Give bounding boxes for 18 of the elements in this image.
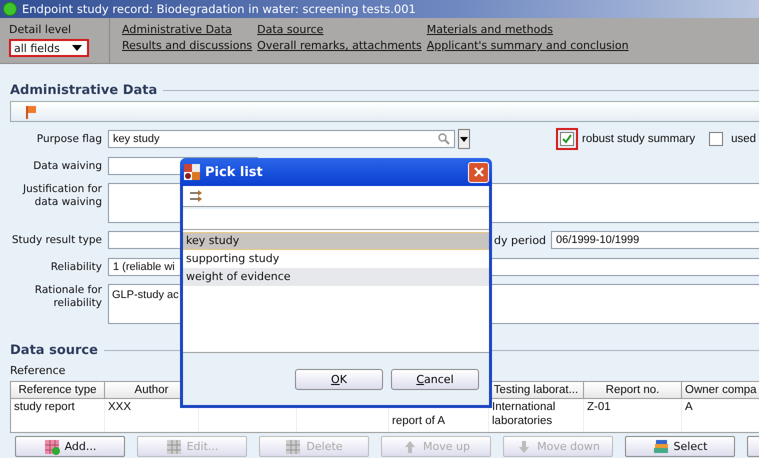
field-label: Data waiving [32,160,103,172]
checkbox-label: robust study summary [582,133,696,145]
dialog-title: Pick list [205,164,264,180]
checkbox-label: used [731,133,756,145]
section-heading: Administrative Data [10,82,158,98]
reference-label: Reference [10,364,66,378]
detail-level-label: Detail level [9,23,72,36]
field-label: Study result type [10,234,103,246]
field-label: Justification for data waiving [22,183,103,209]
window-title: Endpoint study record: Biodegradation in water: screening tests.001 [22,2,416,16]
field-label: Purpose flag [36,132,103,146]
field-label: Reliability [50,260,103,274]
field-label: dy period [493,234,548,246]
table-cell: Z-01 [584,399,682,432]
section-heading: Data source [10,342,98,358]
table-cell: A [682,399,759,432]
field-label: Rationale for reliability [34,284,103,310]
table-cell: study report [11,399,105,432]
